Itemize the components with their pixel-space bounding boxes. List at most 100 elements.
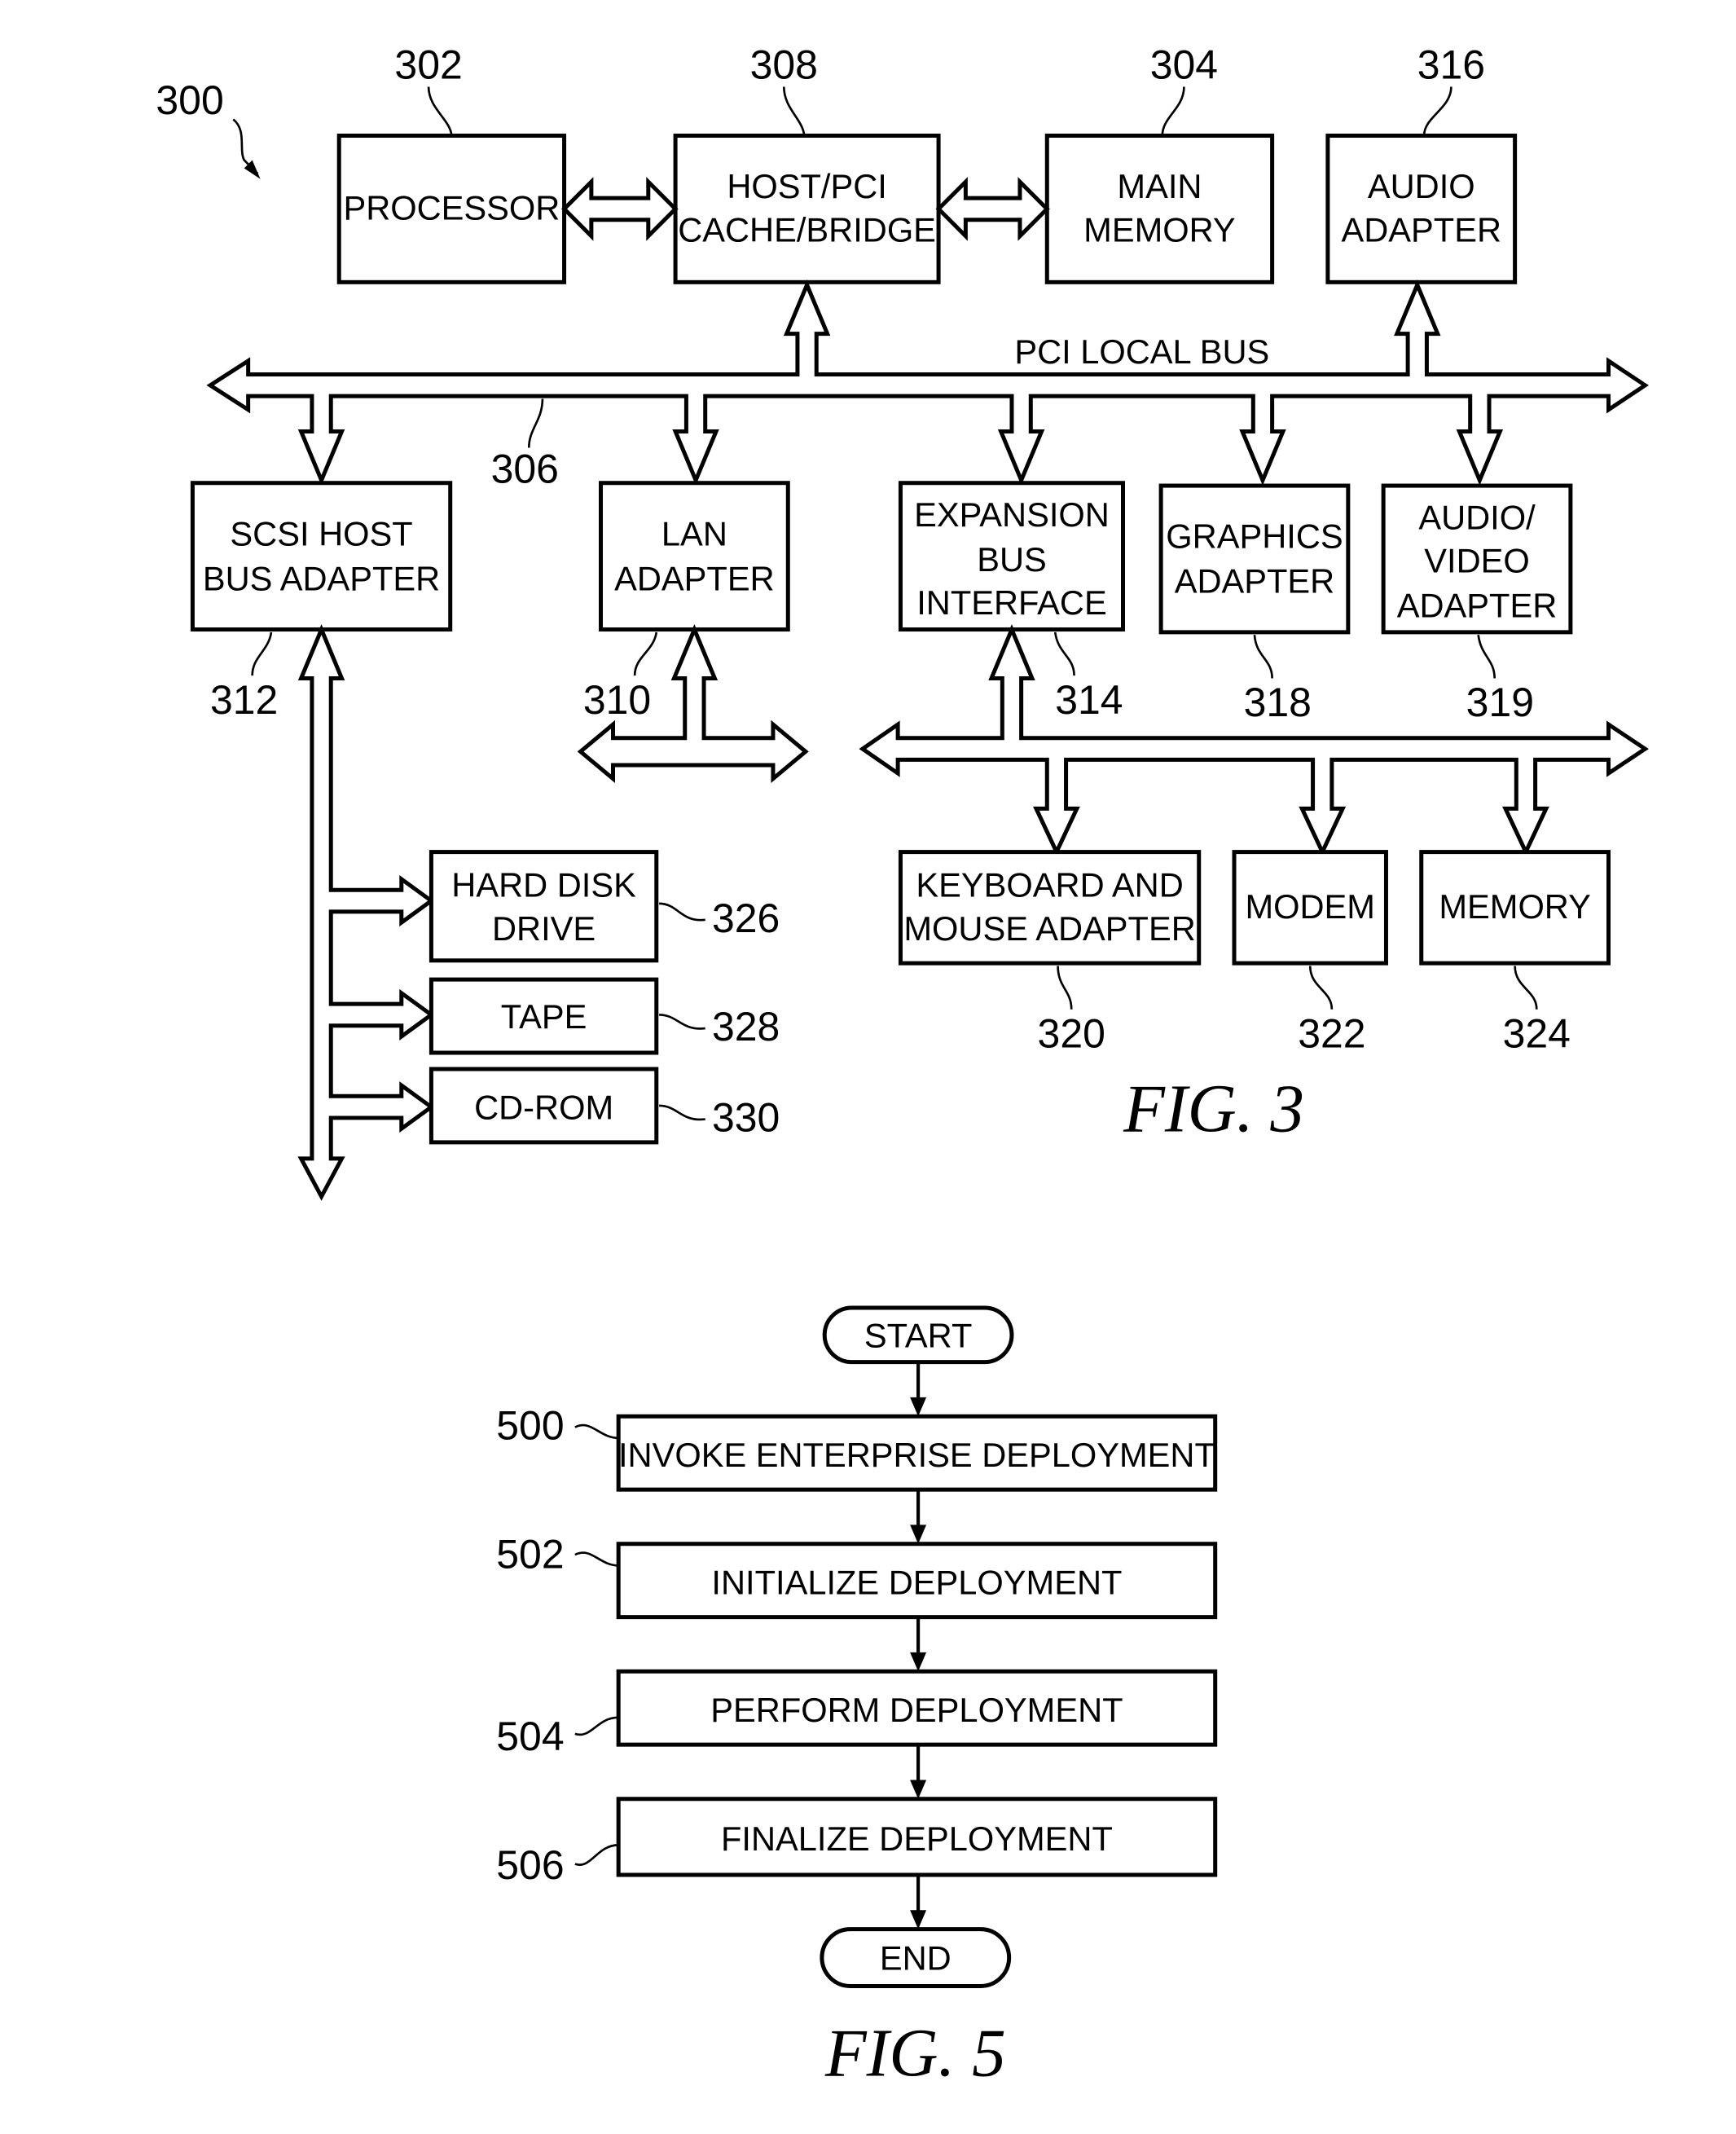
flow-step-500: INVOKE ENTERPRISE DEPLOYMENT 500 xyxy=(496,1403,1218,1492)
expansion-label-1: EXPANSION xyxy=(914,495,1110,534)
ref-318-leader xyxy=(1253,635,1273,679)
expansion-label-2: BUS xyxy=(977,540,1047,579)
tape-label: TAPE xyxy=(501,997,587,1036)
block-audio-video-adapter: AUDIO/ VIDEO ADAPTER 319 xyxy=(1381,483,1573,725)
arrow-down-icon xyxy=(910,1525,927,1544)
ref-319: 319 xyxy=(1466,680,1534,725)
ref-314: 314 xyxy=(1055,677,1123,723)
bridge-label-2: CACHE/BRIDGE xyxy=(678,210,936,249)
flow-step-502: INITIALIZE DEPLOYMENT 502 xyxy=(496,1532,1218,1620)
ref-308-leader xyxy=(782,86,806,136)
block-host-pci-bridge: HOST/PCI CACHE/BRIDGE 308 xyxy=(673,42,941,284)
pci-bus-label: PCI LOCAL BUS xyxy=(1014,332,1269,371)
cdrom-label: CD-ROM xyxy=(474,1089,613,1127)
ref-302: 302 xyxy=(394,42,462,88)
av-label-1: AUDIO/ xyxy=(1418,498,1536,536)
ref-506: 506 xyxy=(496,1842,564,1888)
patent-drawing-sheet: 300 PROCESSOR 302 HOST/PCI CACHE/BRIDGE … xyxy=(156,42,1649,2091)
graphics-label-2: ADAPTER xyxy=(1175,562,1335,601)
ref-300: 300 xyxy=(156,77,223,123)
memory-label: MEMORY xyxy=(1439,887,1590,926)
av-label-3: ADAPTER xyxy=(1397,587,1558,625)
ref-306-leader xyxy=(527,398,544,448)
block-audio-adapter: AUDIO ADAPTER 316 xyxy=(1325,42,1518,284)
fig3-diagram: 300 PROCESSOR 302 HOST/PCI CACHE/BRIDGE … xyxy=(156,42,1649,1201)
ref-316-leader xyxy=(1422,86,1453,136)
block-processor: PROCESSOR 302 xyxy=(336,42,567,284)
block-memory: MEMORY 324 xyxy=(1419,850,1611,1056)
scsi-bus xyxy=(297,624,435,1201)
audio-adapter-label-1: AUDIO xyxy=(1368,167,1475,205)
ref-504: 504 xyxy=(496,1714,564,1759)
processor-label: PROCESSOR xyxy=(343,189,560,227)
ref-312-leader xyxy=(251,631,273,676)
graphics-label-1: GRAPHICS xyxy=(1166,517,1343,556)
ref-310: 310 xyxy=(583,677,651,723)
ref-500: 500 xyxy=(496,1403,564,1449)
ref-328: 328 xyxy=(712,1004,780,1049)
scsi-label-2: BUS ADAPTER xyxy=(203,559,440,597)
step-504-label: PERFORM DEPLOYMENT xyxy=(710,1691,1123,1729)
ref-320: 320 xyxy=(1038,1010,1105,1056)
block-tape: TAPE 328 xyxy=(429,977,780,1055)
ref-314-leader xyxy=(1053,631,1075,676)
processor-bridge-link xyxy=(561,177,679,241)
ref-322-leader xyxy=(1308,966,1334,1010)
modem-label: MODEM xyxy=(1245,887,1374,926)
flow-step-506: FINALIZE DEPLOYMENT 506 xyxy=(496,1797,1218,1888)
fig3-caption: FIG. 3 xyxy=(1123,1072,1304,1147)
ref-324: 324 xyxy=(1503,1010,1571,1056)
ref-312: 312 xyxy=(210,677,278,723)
audio-adapter-label-2: ADAPTER xyxy=(1341,210,1501,249)
block-graphics-adapter: GRAPHICS ADAPTER 318 xyxy=(1158,483,1351,725)
ref-319-leader xyxy=(1477,635,1496,679)
ref-504-leader xyxy=(574,1716,619,1736)
ref-330-leader xyxy=(659,1104,705,1121)
ref-502-leader xyxy=(574,1551,619,1567)
hdd-label-2: DRIVE xyxy=(492,909,596,948)
ref-330: 330 xyxy=(712,1095,780,1141)
bridge-label-1: HOST/PCI xyxy=(727,167,887,205)
lan-label-1: LAN xyxy=(661,514,727,552)
start-label: START xyxy=(864,1316,973,1354)
ref-502: 502 xyxy=(496,1532,564,1577)
ref-326: 326 xyxy=(712,895,780,941)
ref-306: 306 xyxy=(491,447,559,492)
flow-step-504: PERFORM DEPLOYMENT 504 xyxy=(496,1669,1218,1759)
lan-label-2: ADAPTER xyxy=(614,559,775,597)
ref-316: 316 xyxy=(1417,42,1485,88)
step-500-label: INVOKE ENTERPRISE DEPLOYMENT xyxy=(618,1436,1215,1474)
block-hard-disk-drive: HARD DISK DRIVE 326 xyxy=(429,850,780,963)
pci-local-bus xyxy=(206,279,1649,486)
keyboard-label-1: KEYBOARD AND xyxy=(916,866,1183,904)
ref-308: 308 xyxy=(750,42,818,88)
block-cd-rom: CD-ROM 330 xyxy=(429,1067,780,1145)
main-memory-label-2: MEMORY xyxy=(1083,210,1235,249)
block-keyboard-mouse-adapter: KEYBOARD AND MOUSE ADAPTER 320 xyxy=(898,850,1202,1056)
ref-318: 318 xyxy=(1244,680,1312,725)
arrow-down-icon xyxy=(910,1910,927,1929)
block-modem: MODEM 322 xyxy=(1232,850,1388,1056)
ref-326-leader xyxy=(659,902,705,922)
arrow-down-icon xyxy=(910,1397,927,1417)
fig5-flowchart: START INVOKE ENTERPRISE DEPLOYMENT 500 I… xyxy=(496,1305,1218,2091)
ref-302-leader xyxy=(427,86,453,136)
ref-506-leader xyxy=(574,1844,619,1866)
ref-304: 304 xyxy=(1150,42,1218,88)
hdd-label-1: HARD DISK xyxy=(451,866,636,904)
ref-500-leader xyxy=(574,1423,619,1440)
flow-start: START xyxy=(822,1305,1014,1365)
ref-322: 322 xyxy=(1298,1010,1365,1056)
scsi-label-1: SCSI HOST xyxy=(230,514,412,552)
expansion-bus xyxy=(859,624,1649,857)
block-main-memory: MAIN MEMORY 304 xyxy=(1044,42,1275,284)
keyboard-label-2: MOUSE ADAPTER xyxy=(903,909,1195,948)
ref-304-leader xyxy=(1161,86,1185,136)
arrow-down-icon xyxy=(910,1652,927,1672)
ref-320-leader xyxy=(1057,966,1073,1010)
fig5-caption: FIG. 5 xyxy=(824,2016,1006,2091)
av-label-2: VIDEO xyxy=(1424,542,1529,580)
ref-310-leader xyxy=(633,631,658,676)
expansion-label-3: INTERFACE xyxy=(916,583,1107,622)
end-label: END xyxy=(880,1939,952,1978)
